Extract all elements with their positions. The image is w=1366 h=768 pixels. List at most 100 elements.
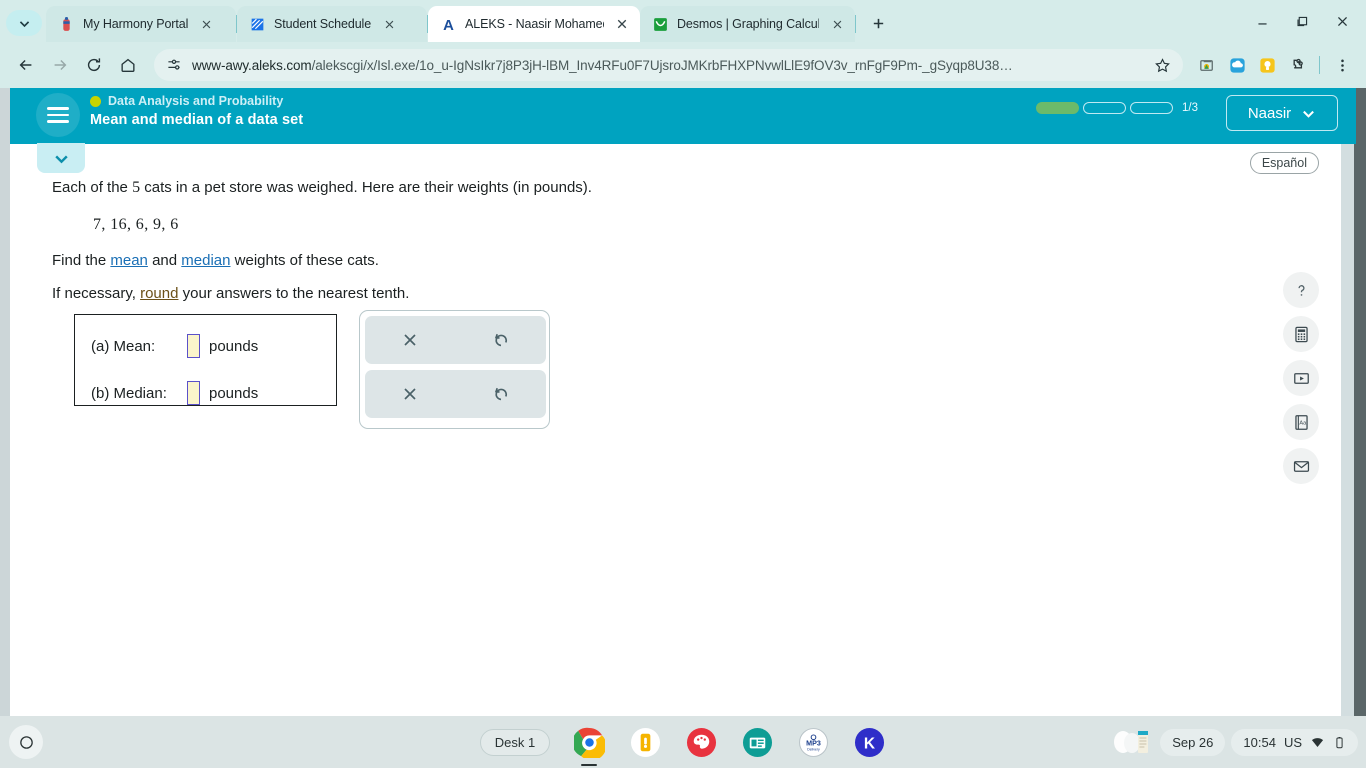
dictionary-button[interactable]: Aa: [1283, 404, 1319, 440]
question-line-3: If necessary, round your answers to the …: [52, 285, 409, 302]
undo-icon: [494, 333, 507, 347]
cloud-extension-icon[interactable]: [1223, 51, 1251, 79]
tab-search-button[interactable]: [6, 10, 42, 36]
browser-tab-0[interactable]: My Harmony Portal: [46, 6, 236, 42]
puzzle-extensions-icon[interactable]: [1283, 51, 1311, 79]
docs-icon[interactable]: [628, 725, 662, 759]
tab-close-button[interactable]: [196, 14, 216, 34]
forward-button[interactable]: [44, 49, 76, 81]
tab-close-button[interactable]: [827, 14, 847, 34]
new-tab-button[interactable]: [864, 9, 892, 37]
answer-row-mean: (a) Mean: pounds: [91, 334, 258, 358]
undo-mean-button[interactable]: [456, 316, 547, 364]
progress-segments: [1036, 102, 1173, 114]
svg-text:Aa: Aa: [1299, 420, 1307, 426]
clear-mean-button[interactable]: [365, 316, 456, 364]
browser-menu-button[interactable]: [1328, 51, 1356, 79]
q2-part-a: Find the: [52, 252, 111, 269]
question-line-1: Each of the 5 cats in a pet store was we…: [52, 179, 592, 197]
close-window-button[interactable]: [1324, 8, 1360, 34]
chevron-down-icon: [54, 155, 68, 163]
q3-part-a: If necessary,: [52, 285, 141, 302]
video-button[interactable]: [1283, 360, 1319, 396]
tab-divider: [855, 15, 856, 33]
calculator-button[interactable]: [1283, 316, 1319, 352]
os-taskbar: Desk 1 MP3 Delivery K Sep 26 10:54 US: [0, 716, 1366, 768]
answer-tool-panel: [359, 310, 550, 429]
paint-icon[interactable]: [684, 725, 718, 759]
espanol-button[interactable]: Español: [1249, 152, 1319, 174]
date-display[interactable]: Sep 26: [1160, 728, 1226, 756]
maximize-icon: [1296, 16, 1307, 26]
browser-tab-2[interactable]: A ALEKS - Naasir Mohamed - Lea: [428, 6, 640, 42]
median-input[interactable]: [187, 381, 200, 405]
star-icon[interactable]: [1154, 57, 1171, 74]
address-bar[interactable]: www-awy.aleks.com/alekscgi/x/Isl.exe/1o_…: [154, 49, 1183, 81]
tab-close-button[interactable]: [379, 14, 399, 34]
round-link[interactable]: round: [140, 285, 178, 302]
user-menu-button[interactable]: Naasir: [1226, 95, 1338, 131]
minimize-button[interactable]: [1244, 8, 1280, 34]
browser-tab-3[interactable]: Desmos | Graphing Calculator: [640, 6, 855, 42]
site-settings-icon[interactable]: [166, 57, 182, 73]
status-tray[interactable]: 10:54 US: [1231, 728, 1358, 756]
median-link[interactable]: median: [181, 252, 230, 269]
tool-rail: Aa: [1283, 272, 1319, 484]
schedule-favicon: [249, 16, 266, 33]
chrome-store-extension-icon[interactable]: [1193, 51, 1221, 79]
screen: My Harmony Portal Student Schedule A ALE…: [0, 0, 1366, 768]
reload-button[interactable]: [78, 49, 110, 81]
desk-switcher-button[interactable]: Desk 1: [479, 728, 551, 756]
help-button[interactable]: [1283, 272, 1319, 308]
clear-median-button[interactable]: [365, 370, 456, 418]
url-path: /alekscgi/x/Isl.exe/1o_u-IgNsIkr7j8P3jH-…: [311, 57, 1013, 73]
home-icon: [121, 58, 135, 72]
page-left-margin: [0, 88, 10, 768]
close-x-icon: [404, 334, 416, 346]
time-label: 10:54: [1243, 734, 1276, 750]
question-line-2: Find the mean and median weights of thes…: [52, 252, 379, 269]
tab-close-button[interactable]: [612, 14, 632, 34]
answer-label-mean: (a) Mean:: [91, 337, 156, 355]
undo-median-button[interactable]: [456, 370, 547, 418]
undo-icon: [494, 387, 507, 401]
collapse-toggle-button[interactable]: [37, 143, 85, 173]
mp3-icon[interactable]: MP3 Delivery: [796, 725, 830, 759]
page-scrollbar[interactable]: [1341, 144, 1354, 722]
back-button[interactable]: [10, 49, 42, 81]
progress-segment-3: [1130, 102, 1173, 114]
home-button[interactable]: [112, 49, 144, 81]
system-tray: Sep 26 10:54 US: [1108, 716, 1358, 768]
mean-input[interactable]: [187, 334, 200, 358]
tray-notification-icons[interactable]: [1108, 725, 1152, 759]
slides-icon[interactable]: [740, 725, 774, 759]
tab-strip: My Harmony Portal Student Schedule A ALE…: [0, 0, 1366, 42]
mail-button[interactable]: [1283, 448, 1319, 484]
page-area: Data Analysis and Probability Mean and m…: [0, 88, 1366, 768]
progress-indicator: 1/3: [1036, 102, 1198, 114]
svg-text:A: A: [443, 17, 454, 32]
lightbulb-extension-icon[interactable]: [1253, 51, 1281, 79]
minimize-icon: [1257, 22, 1267, 25]
calculator-icon: [1294, 326, 1308, 342]
maximize-button[interactable]: [1284, 8, 1320, 34]
three-dot-menu-icon: [1340, 59, 1344, 71]
chrome-icon[interactable]: [572, 725, 606, 759]
hamburger-menu-icon[interactable]: [36, 93, 80, 137]
browser-tab-1[interactable]: Student Schedule: [237, 6, 427, 42]
browser-tab-label: Desmos | Graphing Calculator: [677, 17, 819, 31]
svg-text:MP3: MP3: [806, 739, 821, 747]
aleks-header: Data Analysis and Probability Mean and m…: [10, 88, 1356, 144]
answer-box: (a) Mean: pounds (b) Median: pounds: [74, 314, 337, 406]
tray-overlay-icon: [1114, 731, 1149, 753]
exercise-content: Español Each of the 5 cats in a pet stor…: [10, 143, 1341, 722]
mean-link[interactable]: mean: [110, 252, 148, 269]
close-icon: [1337, 16, 1347, 26]
svg-text:K: K: [864, 735, 876, 752]
kami-icon[interactable]: K: [852, 725, 886, 759]
date-label: Sep 26: [1172, 734, 1214, 750]
browser-tab-label: Student Schedule: [274, 17, 372, 31]
plus-icon: [873, 18, 883, 28]
close-x-icon: [404, 388, 416, 400]
browser-tab-label: My Harmony Portal: [83, 17, 189, 31]
